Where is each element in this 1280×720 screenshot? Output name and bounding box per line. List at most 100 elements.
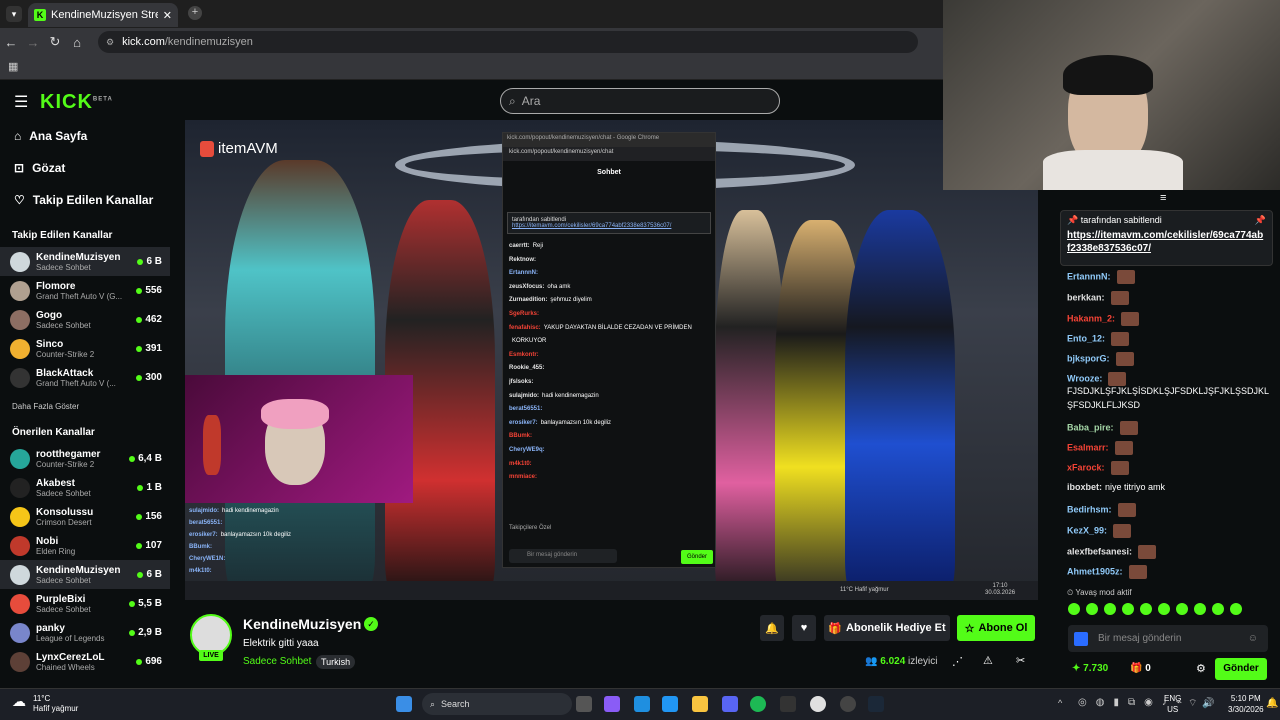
new-tab-button[interactable]: + (188, 6, 202, 20)
search-input[interactable]: ⌕ Ara (500, 88, 780, 114)
chat-username[interactable]: bjksporG: (1067, 353, 1110, 363)
chat-username[interactable]: Esalmarr: (1067, 442, 1109, 452)
gift-sub-button[interactable]: 🎁 Abonelik Hediye Et (824, 615, 950, 641)
discord-icon[interactable] (722, 696, 738, 712)
windows-start-icon[interactable] (396, 696, 412, 712)
site-info-icon[interactable]: ⚙ (106, 37, 114, 48)
sidebar-channel[interactable]: panky League of Legends 2,9 B (0, 618, 170, 647)
sidebar-nav-item[interactable]: ♡ Takip Edilen Kanallar (0, 184, 170, 216)
store-icon[interactable] (662, 696, 678, 712)
apps-grid-icon[interactable]: ▦ (8, 60, 18, 73)
forward-icon[interactable]: → (22, 35, 44, 50)
chat-username[interactable]: Wrooze: (1067, 373, 1102, 383)
channel-points[interactable]: ✦ 7.730 (1072, 663, 1108, 674)
chat-username[interactable]: Bedirhsm: (1067, 504, 1112, 514)
tray-chevron-icon[interactable]: ^ (1058, 698, 1062, 708)
show-more-link[interactable]: Daha Fazla Göster (0, 392, 170, 413)
follow-button[interactable]: ♥ (792, 615, 816, 641)
popout-username[interactable]: SgeRurks: (509, 311, 539, 317)
chat-username[interactable]: berkkan: (1067, 292, 1105, 302)
close-tab-icon[interactable]: ✕ (163, 9, 172, 22)
task-view-icon[interactable] (576, 696, 592, 712)
stream-category[interactable]: Sadece Sohbet (243, 656, 311, 667)
emote-icon[interactable] (1194, 603, 1206, 615)
emote-icon[interactable] (1086, 603, 1098, 615)
chat-settings-icon[interactable]: ⚙ (1196, 662, 1206, 675)
sidebar-channel[interactable]: Konsolussu Crimson Desert 156 (0, 502, 170, 531)
url-field[interactable]: ⚙ kick.com/kendinemuzisyen (98, 31, 918, 53)
streamer-name[interactable]: KendineMuzisyen (243, 616, 361, 632)
popout-username[interactable]: Zurnaedition: (509, 297, 547, 303)
subscribe-button[interactable]: ☆ Abone Ol (957, 615, 1035, 641)
app-icon[interactable] (840, 696, 856, 712)
language-indicator[interactable]: ENG US (1164, 693, 1181, 715)
edge-icon[interactable] (634, 696, 650, 712)
copilot-icon[interactable] (604, 696, 620, 712)
emote-icon[interactable] (1212, 603, 1224, 615)
sidebar-channel[interactable]: PurpleBixi Sadece Sohbet 5,5 B (0, 589, 170, 618)
popout-chat-window[interactable]: kick.com/popout/kendinemuzisyen/chat - G… (502, 132, 716, 568)
sidebar-channel[interactable]: Gogo Sadece Sohbet 462 (0, 305, 170, 334)
popout-username[interactable]: m4k1t0: (509, 461, 532, 467)
sidebar-channel[interactable]: Nobi Elden Ring 107 (0, 531, 170, 560)
emote-icon[interactable] (1122, 603, 1134, 615)
popout-username[interactable]: berat56551: (509, 406, 542, 412)
sidebar-channel[interactable]: rootthegamer Counter-Strike 2 6,4 B (0, 444, 170, 473)
sidebar-channel[interactable]: KendineMuzisyen Sadece Sohbet 6 B (0, 247, 170, 276)
chat-username[interactable]: Ahmet1905z: (1067, 566, 1123, 576)
sidebar-channel[interactable]: KendineMuzisyen Sadece Sohbet 6 B (0, 560, 170, 589)
gifts-count[interactable]: 🎁 0 (1130, 663, 1151, 674)
spotify-icon[interactable] (750, 696, 766, 712)
notification-bell-button[interactable]: 🔔 (760, 615, 784, 641)
report-icon[interactable]: ⚠ (983, 654, 993, 667)
chrome-icon[interactable] (810, 696, 826, 712)
popout-send-button[interactable]: Gönder (681, 550, 713, 564)
popout-username[interactable]: CheryWE9q: (509, 447, 545, 453)
chat-username[interactable]: Hakanm_2: (1067, 313, 1115, 323)
weather-widget[interactable]: ☁ 11°C Hafif yağmur (12, 694, 78, 714)
sidebar-channel[interactable]: LynxCerezLoL Chained Wheels 696 (0, 647, 170, 676)
back-icon[interactable]: ← (0, 35, 22, 50)
chat-username[interactable]: iboxbet: (1067, 482, 1102, 492)
emote-icon[interactable] (1158, 603, 1170, 615)
stream-tag[interactable]: Turkish (316, 655, 356, 669)
app-icon[interactable] (780, 696, 796, 712)
popout-chat-input[interactable]: Bir mesaj gönderin (509, 549, 617, 563)
chat-username[interactable]: Ento_12: (1067, 333, 1105, 343)
steam-icon[interactable] (868, 696, 884, 712)
sidebar-channel[interactable]: BlackAttack Grand Theft Auto V (... 300 (0, 363, 170, 392)
popout-username[interactable]: sulajmido: (509, 393, 539, 399)
emote-icon[interactable] (1176, 603, 1188, 615)
chat-username[interactable]: xFarock: (1067, 462, 1105, 472)
file-explorer-icon[interactable] (692, 696, 708, 712)
notifications-icon[interactable]: 🔔 (1266, 698, 1278, 709)
sidebar-channel[interactable]: Akabest Sadece Sohbet 1 B (0, 473, 170, 502)
taskbar-clock[interactable]: 5:10 PM 3/30/2026 (1228, 693, 1264, 715)
chat-username[interactable]: KezX_99: (1067, 525, 1107, 535)
popout-username[interactable]: Rookie_455: (509, 365, 544, 371)
popout-pinned-link[interactable]: https://itemavm.com/cekilisler/69ca774ab… (512, 223, 706, 229)
emote-icon[interactable] (1230, 603, 1242, 615)
reload-icon[interactable]: ↻ (44, 34, 66, 50)
emote-icon[interactable] (1068, 603, 1080, 615)
chat-username[interactable]: ErtannnN: (1067, 271, 1111, 281)
emote-bar[interactable] (1068, 603, 1268, 617)
tab-list-button[interactable]: ▾ (6, 6, 22, 22)
chat-username[interactable]: Baba_pire: (1067, 422, 1114, 432)
emote-icon[interactable] (1104, 603, 1116, 615)
sidebar-channel[interactable]: Sinco Counter-Strike 2 391 (0, 334, 170, 363)
popout-username[interactable]: Rektnow: (509, 257, 536, 263)
popout-username[interactable]: mnmiace: (509, 474, 537, 480)
emote-icon[interactable] (1140, 603, 1152, 615)
popout-username[interactable]: BBumk: (509, 433, 532, 439)
clip-icon[interactable]: ✂ (1016, 654, 1025, 667)
taskbar-search[interactable]: ⌕ Search (422, 693, 572, 715)
share-icon[interactable]: ⋰ (952, 655, 963, 668)
menu-icon[interactable]: ☰ (14, 92, 28, 112)
sidebar-channel[interactable]: Flomore Grand Theft Auto V (G... 556 (0, 276, 170, 305)
chat-collapse-icon[interactable]: ≡ (1160, 192, 1166, 204)
popout-username[interactable]: caerrtt: (509, 243, 530, 249)
popout-username[interactable]: Esmkontr: (509, 352, 539, 358)
pinned-link[interactable]: https://itemavm.com/cekilisler/69ca774ab… (1067, 229, 1266, 255)
unpin-icon[interactable]: 📌 (1255, 215, 1266, 226)
